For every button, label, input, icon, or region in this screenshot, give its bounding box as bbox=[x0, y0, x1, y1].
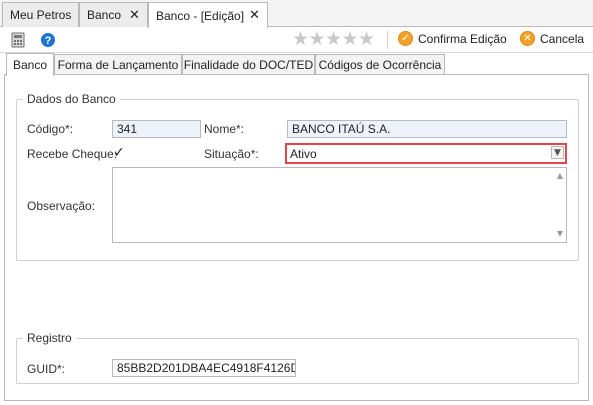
star-icon[interactable]: ★ bbox=[309, 30, 326, 49]
doc-tab-label: Banco - [Edição] bbox=[156, 8, 245, 23]
star-icon[interactable]: ★ bbox=[292, 30, 309, 49]
confirm-edit-label: Confirma Edição bbox=[418, 31, 507, 46]
svg-text:?: ? bbox=[45, 35, 52, 47]
observacao-label: Observação: bbox=[27, 199, 96, 213]
recebe-cheque-checkbox[interactable]: ✓ bbox=[113, 146, 128, 161]
form-tab-bar: Banco Forma de Lançamento Finalidade do … bbox=[0, 53, 593, 76]
document-tab-bar: Meu Petros Banco ✕ Banco - [Edição] ✕ bbox=[0, 0, 593, 28]
dados-banco-group: Dados do Banco Código*: 341 Nome*: BANCO… bbox=[16, 92, 579, 261]
situacao-label: Situação*: bbox=[204, 147, 259, 161]
situacao-select[interactable]: Ativo ▼ bbox=[285, 143, 567, 164]
doc-tab-banco-edicao[interactable]: Banco - [Edição] ✕ bbox=[148, 2, 268, 28]
nome-label: Nome*: bbox=[204, 122, 245, 136]
check-icon: ✓ bbox=[398, 31, 413, 46]
nome-field[interactable]: BANCO ITAÚ S.A. bbox=[287, 120, 567, 138]
tab-label: Forma de Lançamento bbox=[57, 58, 179, 72]
guid-field[interactable]: 85BB2D201DBA4EC4918F4126D786( bbox=[112, 359, 296, 377]
calculator-icon[interactable] bbox=[10, 32, 26, 48]
chevron-down-icon[interactable]: ▼ bbox=[551, 146, 564, 159]
help-icon[interactable]: ? bbox=[40, 32, 56, 48]
tab-label: Banco bbox=[12, 58, 48, 72]
cancel-icon: ✕ bbox=[520, 31, 535, 46]
scroll-down-icon[interactable]: ▼ bbox=[557, 230, 563, 238]
cancel-button[interactable]: ✕ Cancela bbox=[520, 31, 584, 46]
guid-label: GUID*: bbox=[27, 362, 66, 376]
close-icon[interactable]: ✕ bbox=[129, 8, 140, 21]
confirm-edit-button[interactable]: ✓ Confirma Edição bbox=[398, 31, 507, 46]
rating-stars[interactable]: ★ ★ ★ ★ ★ bbox=[292, 30, 375, 49]
toolbar-separator bbox=[387, 31, 388, 49]
close-icon[interactable]: ✕ bbox=[249, 8, 260, 21]
doc-tab-label: Banco bbox=[87, 8, 122, 22]
scroll-up-icon[interactable]: ▲ bbox=[557, 172, 563, 180]
toolbar: ? ★ ★ ★ ★ ★ ✓ Confirma Edição ✕ Cancela bbox=[0, 27, 593, 53]
situacao-value: Ativo bbox=[290, 146, 317, 161]
star-icon[interactable]: ★ bbox=[358, 30, 375, 49]
tab-codigos-ocorrencia[interactable]: Códigos de Ocorrência bbox=[315, 54, 445, 75]
codigo-field[interactable]: 341 bbox=[112, 120, 201, 138]
observacao-textarea[interactable]: ▲ ▼ bbox=[112, 167, 567, 243]
registro-group: Registro GUID*: 85BB2D201DBA4EC4918F4126… bbox=[16, 331, 579, 384]
tab-finalidade-doc-ted[interactable]: Finalidade do DOC/TED bbox=[182, 54, 315, 75]
doc-tab-banco[interactable]: Banco ✕ bbox=[79, 2, 148, 27]
recebe-cheque-label: Recebe Cheque: bbox=[27, 147, 118, 161]
tab-forma-lancamento[interactable]: Forma de Lançamento bbox=[54, 54, 182, 75]
doc-tab-meu-petros[interactable]: Meu Petros bbox=[2, 2, 79, 27]
form-panel: Dados do Banco Código*: 341 Nome*: BANCO… bbox=[4, 74, 589, 401]
star-icon[interactable]: ★ bbox=[325, 30, 342, 49]
doc-tab-label: Meu Petros bbox=[10, 8, 72, 22]
cancel-label: Cancela bbox=[540, 31, 585, 46]
tab-label: Códigos de Ocorrência bbox=[318, 58, 442, 72]
group-title: Registro bbox=[23, 331, 76, 345]
codigo-label: Código*: bbox=[27, 122, 74, 136]
tab-banco[interactable]: Banco bbox=[6, 53, 54, 76]
star-icon[interactable]: ★ bbox=[342, 30, 359, 49]
group-title: Dados do Banco bbox=[23, 92, 120, 106]
tab-label: Finalidade do DOC/TED bbox=[183, 58, 314, 72]
